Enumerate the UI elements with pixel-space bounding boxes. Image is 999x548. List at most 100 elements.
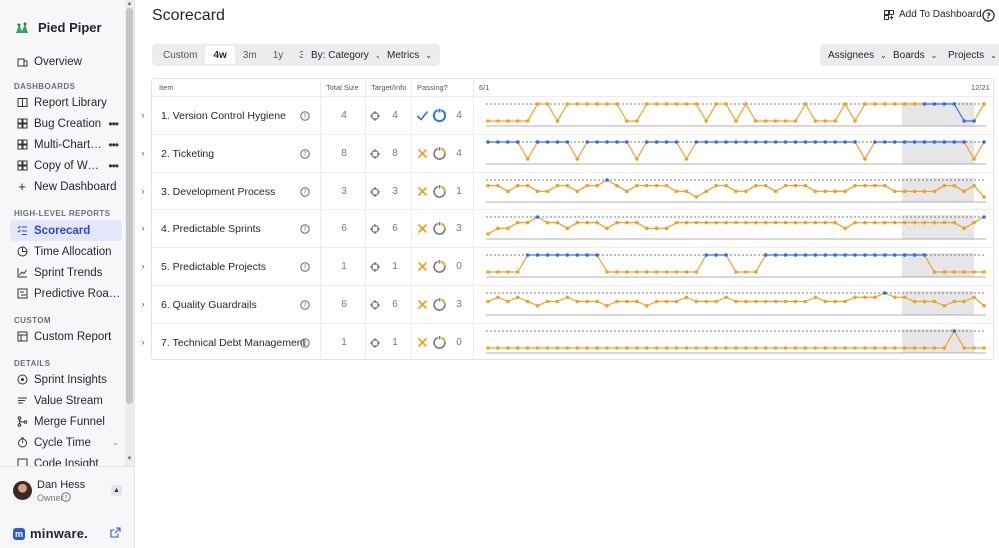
sparkline-point[interactable]	[754, 139, 758, 144]
sparkline-point[interactable]	[932, 345, 937, 350]
sparkline-point[interactable]	[833, 189, 837, 193]
expand-row-chevron-icon[interactable]: ›	[138, 337, 148, 347]
sparkline-point[interactable]	[724, 102, 728, 106]
sparkline-point[interactable]	[615, 139, 619, 144]
sparkline-point[interactable]	[555, 139, 560, 144]
sparkline-point[interactable]	[754, 221, 758, 225]
sparkline-point[interactable]	[605, 345, 609, 350]
sparkline-point[interactable]	[525, 299, 530, 304]
sparkline-point[interactable]	[952, 299, 957, 304]
sparkline-point[interactable]	[555, 119, 560, 123]
sparkline-point[interactable]	[833, 299, 837, 304]
sparkline-point[interactable]	[545, 345, 550, 350]
sparkline-point[interactable]	[873, 345, 877, 350]
sparkline-point[interactable]	[863, 345, 867, 350]
sparkline-point[interactable]	[575, 345, 580, 350]
sparkline-point[interactable]	[843, 226, 847, 231]
sparkline-point[interactable]	[506, 299, 510, 304]
sparkline-point[interactable]	[982, 139, 986, 144]
sparkline-point[interactable]	[714, 221, 718, 225]
sparkline-point[interactable]	[585, 345, 589, 350]
range-3m[interactable]: 3m	[235, 46, 265, 64]
sparkline-point[interactable]	[615, 102, 619, 106]
sparkline-point[interactable]	[605, 177, 609, 182]
sparkline-point[interactable]	[684, 295, 689, 300]
sparkline-point[interactable]	[635, 299, 639, 304]
more-options-icon[interactable]: •••	[108, 117, 122, 131]
sparkline-point[interactable]	[793, 221, 798, 225]
sparkline-point[interactable]	[635, 156, 639, 161]
sparkline-point[interactable]	[565, 295, 570, 300]
sparkline-point[interactable]	[783, 345, 788, 350]
sparkline-point[interactable]	[644, 139, 649, 144]
sparkline-point[interactable]	[962, 299, 966, 304]
external-link-icon[interactable]	[110, 527, 121, 538]
sparkline-point[interactable]	[565, 253, 570, 257]
sparkline-point[interactable]	[793, 253, 798, 257]
sparkline-point[interactable]	[932, 299, 937, 304]
sparkline-point[interactable]	[912, 189, 917, 193]
sidebar-item-new-dashboard[interactable]: + New Dashboard	[10, 176, 122, 197]
sparkline-point[interactable]	[575, 253, 580, 257]
sparkline-point[interactable]	[545, 189, 550, 193]
sparkline-point[interactable]	[506, 189, 510, 193]
sparkline-point[interactable]	[763, 139, 768, 144]
sparkline-point[interactable]	[783, 253, 788, 257]
sparkline-point[interactable]	[863, 183, 867, 188]
sparkline-point[interactable]	[942, 183, 947, 188]
table-row[interactable]: › 2. Ticketing ? 8 8 4	[142, 133, 993, 172]
sparkline-point[interactable]	[694, 194, 699, 199]
sparkline-point[interactable]	[883, 183, 887, 188]
sparkline-point[interactable]	[932, 102, 937, 106]
sparkline-point[interactable]	[615, 345, 619, 350]
sparkline-point[interactable]	[902, 139, 907, 144]
column-header-item[interactable]: Item	[159, 79, 174, 96]
sparkline-point[interactable]	[813, 189, 818, 193]
column-header-passing[interactable]: Passing?	[417, 79, 448, 96]
sidebar-item-overview[interactable]: Overview	[10, 51, 122, 72]
sparkline-point[interactable]	[694, 345, 699, 350]
sparkline-point[interactable]	[823, 221, 828, 225]
sparkline-point[interactable]	[674, 299, 679, 304]
sparkline-point[interactable]	[625, 119, 629, 123]
sparkline-point[interactable]	[654, 139, 659, 144]
workspace-switcher[interactable]: Pied Piper	[14, 20, 102, 35]
sparkline-point[interactable]	[892, 253, 897, 257]
sparkline-point[interactable]	[684, 221, 689, 225]
sparkline-point[interactable]	[684, 102, 689, 106]
sparkline-point[interactable]	[863, 253, 867, 257]
sparkline-point[interactable]	[763, 253, 768, 257]
sparkline-point[interactable]	[714, 253, 718, 257]
expand-row-chevron-icon[interactable]: ›	[138, 299, 148, 309]
sparkline-point[interactable]	[585, 221, 589, 225]
sparkline-point[interactable]	[486, 270, 490, 274]
sparkline-point[interactable]	[545, 102, 550, 106]
sparkline-point[interactable]	[635, 221, 639, 225]
sparkline-point[interactable]	[833, 119, 837, 123]
table-row[interactable]: › 3. Development Process ? 3 3 1	[142, 171, 993, 210]
sparkline-point[interactable]	[575, 189, 580, 193]
sparkline-point[interactable]	[724, 253, 728, 257]
sparkline-point[interactable]	[625, 189, 629, 193]
sparkline-point[interactable]	[783, 119, 788, 123]
sparkline-point[interactable]	[674, 345, 679, 350]
sparkline-point[interactable]	[744, 139, 748, 144]
sparkline-point[interactable]	[972, 221, 976, 225]
sparkline-point[interactable]	[853, 295, 857, 300]
sparkline-point[interactable]	[555, 221, 560, 225]
sparkline-point[interactable]	[902, 253, 907, 257]
help-circle-icon[interactable]: ?	[300, 224, 310, 235]
assignees-dropdown[interactable]: Assignees ⌄	[820, 44, 895, 66]
sparkline-point[interactable]	[853, 345, 857, 350]
sparkline-point[interactable]	[535, 253, 540, 257]
sparkline-point[interactable]	[714, 345, 718, 350]
sparkline-point[interactable]	[506, 270, 510, 274]
sparkline-point[interactable]	[486, 345, 490, 350]
sidebar-item-value-stream[interactable]: Value Stream	[10, 390, 122, 411]
sparkline-point[interactable]	[575, 102, 580, 106]
sparkline-point[interactable]	[674, 270, 679, 274]
sparkline-point[interactable]	[694, 139, 699, 144]
sparkline-point[interactable]	[704, 189, 709, 193]
sparkline-point[interactable]	[803, 253, 808, 257]
sparkline-point[interactable]	[734, 139, 738, 144]
